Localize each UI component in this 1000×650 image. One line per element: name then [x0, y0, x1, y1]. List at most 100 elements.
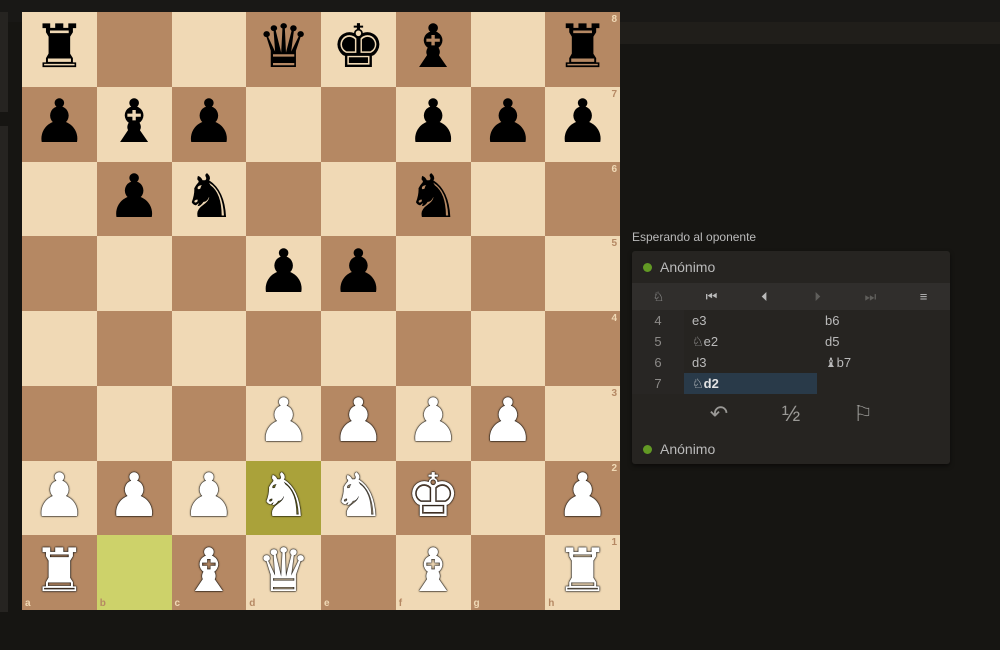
- white-pawn-icon[interactable]: ♟: [107, 466, 161, 526]
- black-knight-icon[interactable]: ♞: [406, 167, 460, 227]
- prev-move-icon[interactable]: ⏴: [738, 283, 791, 310]
- square-d5[interactable]: ♟: [246, 236, 321, 311]
- square-e1[interactable]: e: [321, 535, 396, 610]
- white-pawn-icon[interactable]: ♟: [556, 466, 610, 526]
- black-pawn-icon[interactable]: ♟: [257, 242, 311, 302]
- square-c8[interactable]: [171, 12, 247, 87]
- white-queen-icon[interactable]: ♛: [257, 541, 311, 601]
- move-white[interactable]: ♘e2: [684, 331, 817, 352]
- square-e4[interactable]: [321, 311, 396, 386]
- square-h8[interactable]: ♜ 8: [545, 12, 620, 87]
- black-pawn-icon[interactable]: ♟: [32, 92, 86, 152]
- square-a6[interactable]: [22, 161, 97, 237]
- square-e8[interactable]: ♚: [321, 12, 396, 87]
- square-d6[interactable]: [246, 161, 321, 237]
- black-bishop-icon[interactable]: ♝: [107, 92, 161, 152]
- white-king-icon[interactable]: ♚: [406, 466, 460, 526]
- white-knight-icon[interactable]: ♞: [331, 466, 385, 526]
- black-rook-icon[interactable]: ♜: [32, 17, 86, 77]
- square-g4[interactable]: [470, 311, 546, 386]
- square-a5[interactable]: [22, 236, 97, 311]
- chess-board[interactable]: ♜ ♛ ♚ ♝ ♜ 8 ♟ ♝ ♟ ♟ ♟ ♟ 7 ♟ ♞ ♞ 6 ♟ ♟ 5 4 ♟ ♟ ♟ ♟ 3 ♟ ♟ ♟ ♞ ♞ ♚ ♟ 2 ♜ a b ♝ c ♛…: [22, 12, 620, 610]
- analysis-icon[interactable]: ♘: [632, 283, 685, 310]
- move-white[interactable]: ♘d2: [684, 373, 817, 394]
- square-b8[interactable]: [96, 12, 172, 87]
- square-f8[interactable]: ♝: [395, 12, 471, 87]
- square-e6[interactable]: [321, 161, 396, 237]
- square-f1[interactable]: ♝ f: [395, 535, 471, 610]
- white-knight-icon[interactable]: ♞: [257, 466, 311, 526]
- square-g2[interactable]: [470, 460, 546, 536]
- black-pawn-icon[interactable]: ♟: [406, 92, 460, 152]
- square-h1[interactable]: ♜ 1 h: [545, 535, 620, 610]
- square-d3[interactable]: ♟: [246, 385, 321, 461]
- white-pawn-icon[interactable]: ♟: [331, 391, 385, 451]
- square-e7[interactable]: [321, 86, 396, 162]
- move-black[interactable]: d5: [817, 331, 950, 352]
- white-pawn-icon[interactable]: ♟: [481, 391, 535, 451]
- square-a2[interactable]: ♟: [22, 460, 97, 536]
- square-b6[interactable]: ♟: [96, 161, 172, 237]
- square-c7[interactable]: ♟: [171, 86, 247, 162]
- white-bishop-icon[interactable]: ♝: [182, 541, 236, 601]
- move-black[interactable]: ♝b7: [817, 352, 950, 373]
- white-pawn-icon[interactable]: ♟: [182, 466, 236, 526]
- square-a3[interactable]: [22, 385, 97, 461]
- square-d8[interactable]: ♛: [246, 12, 321, 87]
- square-b2[interactable]: ♟: [96, 460, 172, 536]
- square-c6[interactable]: ♞: [171, 161, 247, 237]
- square-d4[interactable]: [246, 311, 321, 386]
- square-g7[interactable]: ♟: [470, 86, 546, 162]
- square-f6[interactable]: ♞: [395, 161, 471, 237]
- square-a7[interactable]: ♟: [22, 86, 97, 162]
- black-queen-icon[interactable]: ♛: [257, 17, 311, 77]
- resign-flag-icon[interactable]: ⚐: [843, 401, 883, 427]
- square-g3[interactable]: ♟: [470, 385, 546, 461]
- player-name[interactable]: Anónimo: [660, 441, 715, 457]
- square-d7[interactable]: [246, 86, 321, 162]
- black-king-icon[interactable]: ♚: [331, 17, 385, 77]
- white-pawn-icon[interactable]: ♟: [32, 466, 86, 526]
- black-pawn-icon[interactable]: ♟: [481, 92, 535, 152]
- square-h6[interactable]: 6: [545, 161, 620, 237]
- white-rook-icon[interactable]: ♜: [556, 541, 610, 601]
- menu-icon[interactable]: ≡: [897, 283, 950, 310]
- square-f2[interactable]: ♚: [395, 460, 471, 536]
- square-d2[interactable]: ♞: [246, 460, 321, 536]
- square-b1[interactable]: b: [96, 535, 172, 610]
- white-pawn-icon[interactable]: ♟: [257, 391, 311, 451]
- square-e3[interactable]: ♟: [321, 385, 396, 461]
- move-white[interactable]: e3: [684, 310, 817, 331]
- square-f5[interactable]: [395, 236, 471, 311]
- last-move-icon[interactable]: ⏭: [844, 283, 897, 310]
- square-g6[interactable]: [470, 161, 546, 237]
- square-c3[interactable]: [171, 385, 247, 461]
- square-a1[interactable]: ♜ a: [22, 535, 97, 610]
- square-b7[interactable]: ♝: [96, 86, 172, 162]
- square-h2[interactable]: ♟ 2: [545, 460, 620, 536]
- square-e2[interactable]: ♞: [321, 460, 396, 536]
- square-b4[interactable]: [96, 311, 172, 386]
- first-move-icon[interactable]: ⏮: [685, 283, 738, 310]
- black-knight-icon[interactable]: ♞: [182, 167, 236, 227]
- square-g8[interactable]: [470, 12, 546, 87]
- square-e5[interactable]: ♟: [321, 236, 396, 311]
- takeback-icon[interactable]: ↶: [699, 401, 739, 427]
- black-pawn-icon[interactable]: ♟: [182, 92, 236, 152]
- square-d1[interactable]: ♛ d: [246, 535, 321, 610]
- square-h4[interactable]: 4: [545, 311, 620, 386]
- black-rook-icon[interactable]: ♜: [556, 17, 610, 77]
- next-move-icon[interactable]: ⏵: [791, 283, 844, 310]
- square-h7[interactable]: ♟ 7: [545, 86, 620, 162]
- square-h3[interactable]: 3: [545, 385, 620, 461]
- square-b3[interactable]: [96, 385, 172, 461]
- square-c4[interactable]: [171, 311, 247, 386]
- square-h5[interactable]: 5: [545, 236, 620, 311]
- move-white[interactable]: d3: [684, 352, 817, 373]
- player-name[interactable]: Anónimo: [660, 259, 715, 275]
- black-bishop-icon[interactable]: ♝: [406, 17, 460, 77]
- white-rook-icon[interactable]: ♜: [32, 541, 86, 601]
- square-f4[interactable]: [395, 311, 471, 386]
- square-g1[interactable]: g: [470, 535, 546, 610]
- square-f7[interactable]: ♟: [395, 86, 471, 162]
